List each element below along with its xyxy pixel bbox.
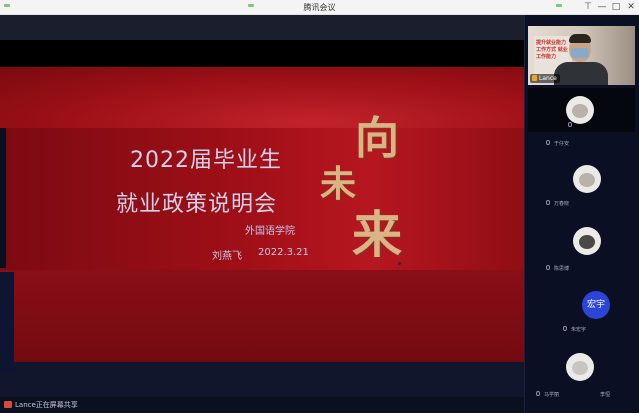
mic-active-icon — [532, 75, 537, 81]
slide-date: 2022.3.21 — [258, 247, 309, 258]
close-button[interactable]: ✕ — [624, 1, 638, 13]
slide-author-overlay — [212, 247, 252, 259]
speaker-hair — [569, 34, 591, 43]
maximize-button[interactable]: □ — [609, 1, 623, 13]
participant-name: 李恒 — [600, 392, 611, 398]
avatar-text[interactable]: 宏宇 — [582, 291, 610, 319]
participant-name: 万春晓 — [554, 201, 570, 207]
calligraphy-char: 来 — [352, 205, 402, 264]
slide-lower — [0, 270, 524, 362]
mic-muted-icon — [546, 265, 550, 270]
pin-button[interactable]: ⊤ — [581, 1, 595, 13]
avatar[interactable] — [566, 353, 594, 381]
slide-department: 外国语学院 — [245, 226, 295, 237]
active-speaker-video[interactable]: 提升就业能力 工作方式 就业工作能力 Lance — [528, 26, 635, 85]
meeting-window: 腾讯会议 ⊤ — □ ✕ 2022届毕业生 就业政策说明会 外国语学院 刘燕飞 … — [0, 0, 639, 413]
avatar[interactable] — [573, 227, 601, 255]
speaker-body — [554, 62, 608, 85]
speaker-name-label: Lance — [530, 74, 560, 83]
calligraphy-char: 未 — [320, 163, 357, 205]
participant-video-tile[interactable] — [528, 88, 635, 132]
mic-muted-icon — [546, 140, 550, 145]
title-bar: 腾讯会议 ⊤ — □ ✕ — [0, 0, 639, 15]
share-status-text: Lance正在屏幕共享 — [15, 401, 78, 409]
ink-seal-icon — [398, 262, 401, 265]
mic-icon — [568, 122, 572, 127]
minimize-button[interactable]: — — [595, 1, 609, 13]
poster-text: 提升就业能力 工作方式 就业工作能力 — [536, 40, 568, 60]
speaker-name: Lance — [539, 75, 557, 82]
slide-upper — [0, 67, 524, 137]
mic-muted-icon — [536, 391, 540, 396]
mic-muted-icon — [546, 200, 550, 205]
slide-subtitle: 就业政策说明会 — [116, 192, 278, 217]
window-title: 腾讯会议 — [303, 3, 336, 12]
participant-name: 于仔安 — [554, 141, 570, 147]
render-artifact — [0, 128, 6, 268]
participant-name: 陈思博 — [554, 266, 570, 272]
avatar — [566, 96, 594, 124]
calligraphy-char: 向 — [355, 113, 399, 164]
screen-share-icon — [4, 401, 12, 408]
speaker-mask — [571, 48, 589, 58]
participant-name: 朱宏宇 — [571, 327, 587, 333]
screen-top-band — [0, 15, 524, 40]
mic-muted-icon — [563, 326, 567, 331]
slide-title: 2022届毕业生 — [130, 148, 282, 173]
participant-name: 马学丽 — [544, 392, 560, 398]
render-artifact — [0, 272, 14, 372]
avatar[interactable] — [573, 165, 601, 193]
share-status-bar — [0, 397, 524, 413]
